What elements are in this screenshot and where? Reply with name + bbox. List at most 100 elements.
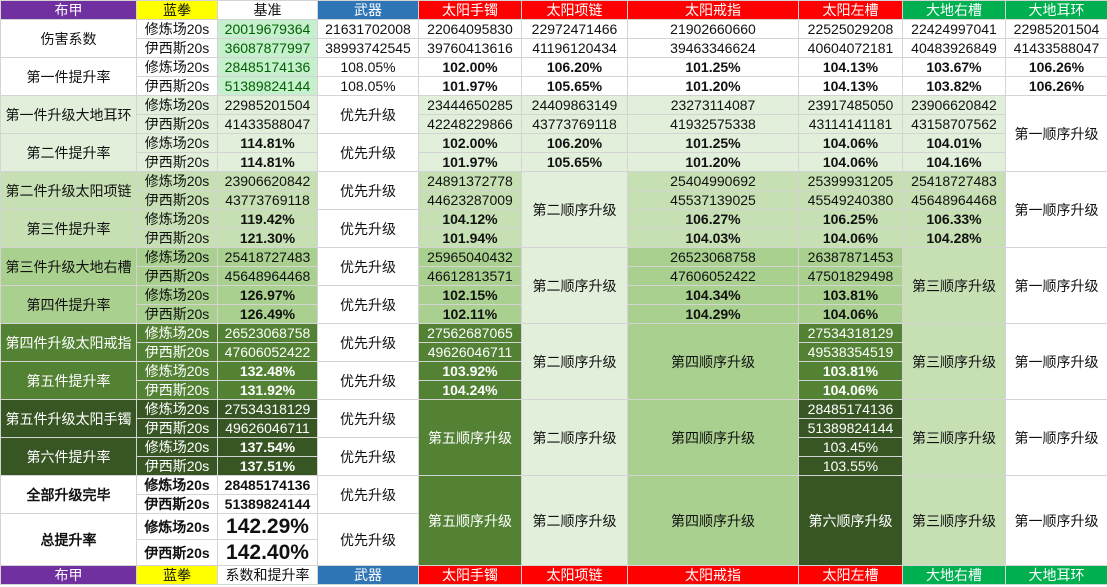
scene-label[interactable]: 修炼场20s <box>136 361 218 381</box>
rate-label[interactable]: 第六件提升率 <box>0 437 137 476</box>
cell[interactable]: 101.20% <box>627 152 799 172</box>
cell[interactable]: 43114141181 <box>798 114 903 134</box>
scene-label[interactable]: 伊西斯20s <box>136 190 218 210</box>
cell[interactable]: 103.81% <box>798 285 903 305</box>
scene-label[interactable]: 修炼场20s <box>136 171 218 191</box>
cell[interactable]: 26523068758 <box>627 247 799 267</box>
header-earth-earring[interactable]: 大地耳环 <box>1005 0 1107 20</box>
header-sun-necklace[interactable]: 太阳项链 <box>521 0 628 20</box>
cell[interactable]: 43773769118 <box>521 114 628 134</box>
cell[interactable]: 23906620842 <box>902 95 1006 115</box>
cell[interactable]: 101.25% <box>627 133 799 153</box>
scene-label[interactable]: 伊西斯20s <box>136 342 218 362</box>
step5-label[interactable]: 第五件升级太阳手镯 <box>0 399 137 438</box>
cell[interactable]: 104.06% <box>798 133 903 153</box>
cell[interactable]: 22985201504 <box>1005 19 1107 39</box>
cell[interactable]: 23273114087 <box>627 95 799 115</box>
priority-upgrade[interactable]: 优先升级 <box>317 437 419 476</box>
cell[interactable]: 36087877997 <box>217 38 318 58</box>
cell[interactable]: 101.97% <box>418 76 522 96</box>
scene-label[interactable]: 伊西斯20s <box>136 539 218 566</box>
cell[interactable]: 103.81% <box>798 361 903 381</box>
done-label[interactable]: 全部升级完毕 <box>0 475 137 514</box>
scene-label[interactable]: 修炼场20s <box>136 57 218 77</box>
priority-upgrade[interactable]: 优先升级 <box>317 133 419 172</box>
priority-upgrade[interactable]: 优先升级 <box>317 209 419 248</box>
order-label[interactable]: 第五顺序升级 <box>418 475 522 566</box>
cell[interactable]: 131.92% <box>217 380 318 400</box>
order-label[interactable]: 第三顺序升级 <box>902 475 1006 566</box>
footer-blue-fist[interactable]: 蓝拳 <box>136 565 218 585</box>
cell[interactable]: 49626046711 <box>217 418 318 438</box>
cell[interactable]: 20019679364 <box>217 19 318 39</box>
scene-label[interactable]: 修炼场20s <box>136 19 218 39</box>
cell[interactable]: 108.05% <box>317 57 419 77</box>
cell[interactable]: 25418727483 <box>902 171 1006 191</box>
scene-label[interactable]: 修炼场20s <box>136 399 218 419</box>
cell[interactable]: 23444650285 <box>418 95 522 115</box>
header-baseline[interactable]: 基准 <box>217 0 318 20</box>
cell[interactable]: 108.05% <box>317 76 419 96</box>
scene-label[interactable]: 伊西斯20s <box>136 152 218 172</box>
total-label[interactable]: 总提升率 <box>0 513 137 566</box>
cell[interactable]: 106.26% <box>1005 57 1107 77</box>
cell[interactable]: 106.27% <box>627 209 799 229</box>
cell[interactable]: 103.67% <box>902 57 1006 77</box>
scene-label[interactable]: 伊西斯20s <box>136 38 218 58</box>
cell[interactable]: 47501829498 <box>798 266 903 286</box>
cell[interactable]: 44623287009 <box>418 190 522 210</box>
cell[interactable]: 101.94% <box>418 228 522 248</box>
cell[interactable]: 49626046711 <box>418 342 522 362</box>
cell[interactable]: 23917485050 <box>798 95 903 115</box>
order-label[interactable]: 第二顺序升级 <box>521 323 628 400</box>
cell[interactable]: 104.16% <box>902 152 1006 172</box>
footer-sun-necklace[interactable]: 太阳项链 <box>521 565 628 585</box>
cell[interactable]: 103.82% <box>902 76 1006 96</box>
total-rate-b[interactable]: 142.40% <box>217 539 318 566</box>
cell[interactable]: 23906620842 <box>217 171 318 191</box>
damage-label[interactable]: 伤害系数 <box>0 19 137 58</box>
cell[interactable]: 103.45% <box>798 437 903 457</box>
cell[interactable]: 105.65% <box>521 76 628 96</box>
cell[interactable]: 41433588047 <box>217 114 318 134</box>
footer-earth-right-slot[interactable]: 大地右槽 <box>902 565 1006 585</box>
order-label[interactable]: 第二顺序升级 <box>521 171 628 248</box>
cell[interactable]: 104.06% <box>798 304 903 324</box>
cell[interactable]: 103.92% <box>418 361 522 381</box>
cell[interactable]: 43773769118 <box>217 190 318 210</box>
rate-label[interactable]: 第三件提升率 <box>0 209 137 248</box>
scene-label[interactable]: 伊西斯20s <box>136 266 218 286</box>
cell[interactable]: 104.06% <box>798 152 903 172</box>
cell[interactable]: 104.03% <box>627 228 799 248</box>
footer-earth-earring[interactable]: 大地耳环 <box>1005 565 1107 585</box>
cell[interactable]: 51389824144 <box>798 418 903 438</box>
cell[interactable]: 106.20% <box>521 57 628 77</box>
cell[interactable]: 114.81% <box>217 133 318 153</box>
cell[interactable]: 21902660660 <box>627 19 799 39</box>
total-rate-a[interactable]: 142.29% <box>217 513 318 540</box>
cell[interactable]: 27562687065 <box>418 323 522 343</box>
scene-label[interactable]: 修炼场20s <box>136 133 218 153</box>
step1-label[interactable]: 第一件升级大地耳环 <box>0 95 137 134</box>
cell[interactable]: 119.42% <box>217 209 318 229</box>
priority-upgrade[interactable]: 优先升级 <box>317 399 419 438</box>
scene-label[interactable]: 伊西斯20s <box>136 456 218 476</box>
cell[interactable]: 51389824144 <box>217 494 318 514</box>
cell[interactable]: 45648964468 <box>902 190 1006 210</box>
cell[interactable]: 41932575338 <box>627 114 799 134</box>
cell[interactable]: 51389824144 <box>217 76 318 96</box>
cell[interactable]: 132.48% <box>217 361 318 381</box>
header-earth-right-slot[interactable]: 大地右槽 <box>902 0 1006 20</box>
order-label[interactable]: 第三顺序升级 <box>902 399 1006 476</box>
cell[interactable]: 43158707562 <box>902 114 1006 134</box>
cell[interactable]: 104.13% <box>798 57 903 77</box>
order-label[interactable]: 第一顺序升级 <box>1005 323 1107 400</box>
cell[interactable]: 104.28% <box>902 228 1006 248</box>
cell[interactable]: 104.06% <box>798 380 903 400</box>
cell[interactable]: 22985201504 <box>217 95 318 115</box>
order-label[interactable]: 第二顺序升级 <box>521 475 628 566</box>
order-label[interactable]: 第二顺序升级 <box>521 399 628 476</box>
cell[interactable]: 137.54% <box>217 437 318 457</box>
header-weapon[interactable]: 武器 <box>317 0 419 20</box>
order-label[interactable]: 第六顺序升级 <box>798 475 903 566</box>
